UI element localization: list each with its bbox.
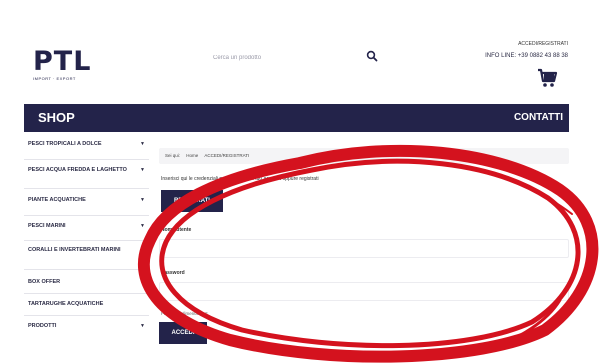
sidebar-item-aquatic-plants[interactable]: PIANTE ACQUATICHE ▼ [24,197,149,204]
sidebar-item-coldwater-fish[interactable]: PESCI ACQUA FREDDA E LAGHETTO ▼ [24,167,149,174]
sidebar-divider [24,269,149,270]
site-logo[interactable]: PTL IMPORT · EXPORT [33,48,91,81]
search-icon[interactable] [366,50,378,62]
sidebar-item-tropical-fish[interactable]: PESCI TROPICALI A DOLCE ▼ [24,141,149,148]
forgot-password-link[interactable]: Password dimenticata? [161,311,208,316]
sidebar-item-box-offer[interactable]: BOX OFFER [24,279,149,286]
nav-shop-link[interactable]: SHOP [38,110,75,125]
cart-icon[interactable] [537,68,558,88]
sidebar-divider [24,188,149,189]
chevron-down-icon: ▼ [140,167,145,173]
login-intro-text: Inserisci qui le credenziali per acceder… [161,176,319,182]
breadcrumb-prefix: Sei qui: [165,153,181,158]
sidebar-item-products[interactable]: PRODOTTI ▼ [24,323,149,330]
chevron-down-icon: ▼ [140,197,145,203]
search-input[interactable] [213,50,358,66]
chevron-down-icon: ▼ [140,141,145,147]
sidebar-divider [24,293,149,294]
sidebar-item-label: TARTARUGHE ACQUATICHE [28,301,104,307]
chevron-down-icon: ▼ [140,323,145,329]
account-login-link[interactable]: ACCEDI/REGISTRATI [518,41,568,47]
main-nav-bar: SHOP CONTATTI [24,104,569,132]
logo-text: PTL [33,46,92,77]
nav-contact-link[interactable]: CONTATTI [514,112,563,123]
sidebar-item-turtles[interactable]: TARTARUGHE ACQUATICHE [24,301,149,308]
sidebar-item-marine-fish[interactable]: PESCI MARINI ▼ [24,223,149,230]
breadcrumb-current: ACCEDI/REGISTRATI [204,153,250,158]
sidebar-item-label: PESCI MARINI [28,223,66,229]
sidebar-item-label: BOX OFFER [28,279,61,285]
sidebar-item-label: PIANTE ACQUATICHE [28,197,86,203]
sidebar-divider [24,315,149,316]
sidebar-divider [24,240,149,241]
sidebar-item-label: PESCI TROPICALI A DOLCE [28,141,102,147]
chevron-down-icon: ▼ [140,223,145,229]
sidebar-divider [24,215,149,216]
sidebar-item-corals[interactable]: CORALLI E INVERTEBRATI MARINI [24,247,149,254]
sidebar-item-label: PESCI ACQUA FREDDA E LAGHETTO [28,167,127,173]
breadcrumb-home-link[interactable]: Home [186,153,198,158]
password-field[interactable] [159,282,569,301]
sidebar-divider [24,159,149,160]
sidebar-item-label: PRODOTTI [28,323,57,329]
sidebar-item-label: CORALLI E INVERTEBRATI MARINI [28,247,121,253]
register-button[interactable]: REGISTRATI [161,190,223,212]
username-label: Nome utente [161,227,192,233]
breadcrumb: Sei qui: Home ACCEDI/REGISTRATI [159,148,569,164]
password-label: Password [161,270,185,276]
login-button[interactable]: ACCEDI [159,322,207,344]
info-line: INFO LINE: +39 0882 43 88 38 [485,53,568,59]
username-field[interactable] [159,239,569,258]
